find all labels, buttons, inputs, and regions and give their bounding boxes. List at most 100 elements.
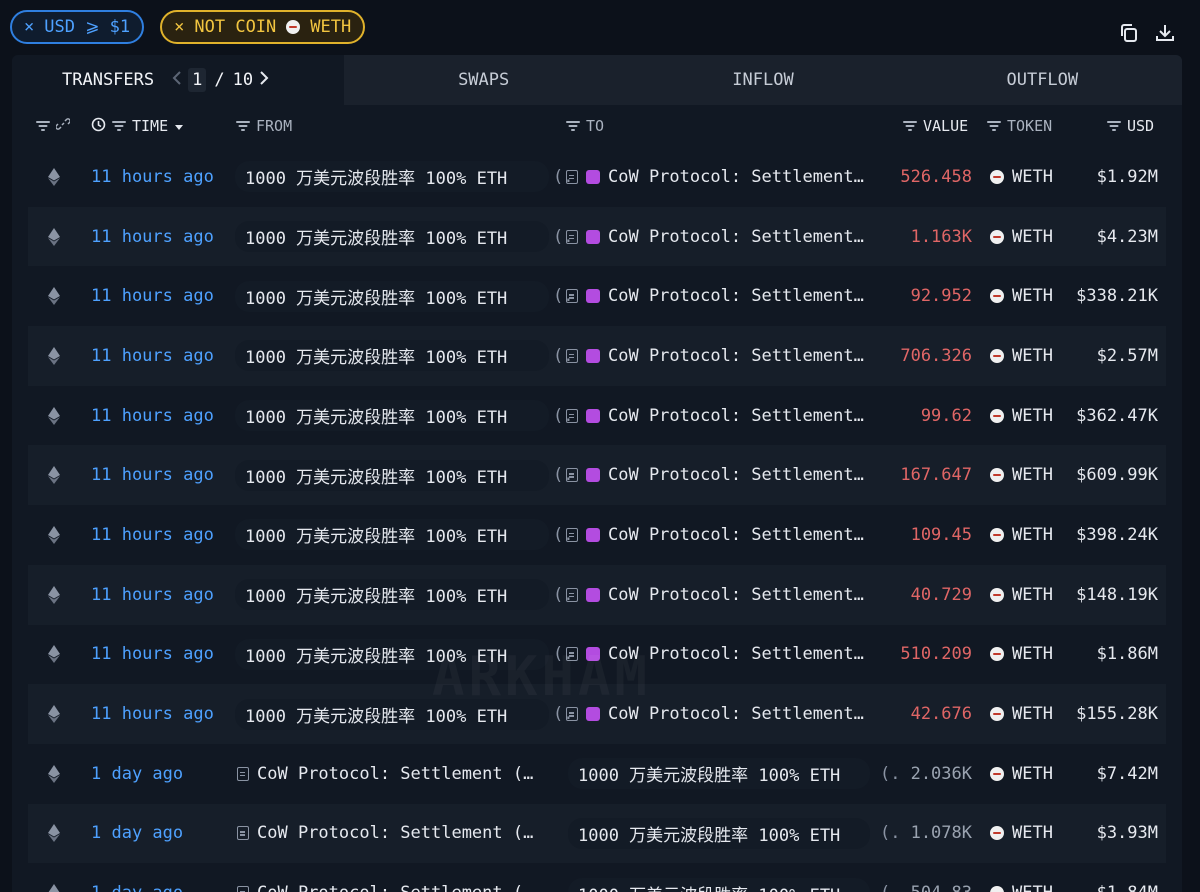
token-link[interactable]: WETH (1012, 525, 1053, 545)
to-address[interactable]: CoW Protocol: Settlement (0x9008d) (608, 227, 870, 247)
token-link[interactable]: WETH (1012, 823, 1053, 843)
from-address[interactable]: 1000 万美元波段胜率 100% ETH (235, 280, 549, 312)
to-address[interactable]: CoW Protocol: Settlement (0x9008d) (608, 346, 870, 366)
tab-outflow[interactable]: OUTFLOW (902, 55, 1182, 105)
to-address[interactable]: CoW Protocol: Settlement (0x9008d) (608, 167, 870, 187)
token-link[interactable]: WETH (1012, 286, 1053, 306)
tab-swaps[interactable]: SWAPS (344, 55, 624, 105)
to-address[interactable]: 1000 万美元波段胜率 100% ETH (568, 758, 870, 790)
table-row[interactable]: 11 hours ago 1000 万美元波段胜率 100% ETH (. Co… (28, 147, 1166, 207)
link-icon[interactable] (55, 117, 71, 135)
usd-cell: $1.86M (1096, 644, 1158, 665)
usd-filter-chip[interactable]: × USD ⩾ $1 (10, 10, 145, 44)
to-address[interactable]: CoW Protocol: Settlement (0x9008d) (608, 286, 870, 306)
caret-down-icon[interactable] (174, 117, 184, 135)
token-link[interactable]: WETH (1012, 406, 1053, 426)
table-row[interactable]: 11 hours ago 1000 万美元波段胜率 100% ETH (. Co… (28, 625, 1166, 685)
page-total: 10 (232, 70, 254, 90)
to-address[interactable]: CoW Protocol: Settlement (0x9008d) (608, 465, 870, 485)
column-time[interactable]: TIME (132, 117, 168, 135)
from-address[interactable]: 1000 万美元波段胜率 100% ETH (235, 161, 549, 193)
from-address[interactable]: CoW Protocol: Settlement (… (257, 883, 533, 892)
token-link[interactable]: WETH (1012, 167, 1053, 187)
from-address[interactable]: CoW Protocol: Settlement (… (257, 823, 533, 843)
table-row[interactable]: 1 day ago CoW Protocol: Settlement (… 10… (28, 863, 1166, 892)
chevron-right-icon[interactable] (259, 70, 269, 91)
table-row[interactable]: 1 day ago CoW Protocol: Settlement (… 10… (28, 744, 1166, 804)
table-row[interactable]: 11 hours ago 1000 万美元波段胜率 100% ETH (. Co… (28, 505, 1166, 565)
time-link[interactable]: 11 hours ago (91, 644, 214, 664)
filter-icon[interactable] (36, 121, 50, 131)
from-address[interactable]: 1000 万美元波段胜率 100% ETH (235, 221, 549, 253)
token-link[interactable]: WETH (1012, 227, 1053, 247)
filter-icon[interactable] (236, 121, 250, 131)
time-link[interactable]: 11 hours ago (91, 227, 214, 247)
copy-icon[interactable] (1118, 22, 1140, 44)
from-address[interactable]: 1000 万美元波段胜率 100% ETH (235, 579, 549, 611)
time-link[interactable]: 1 day ago (91, 764, 183, 784)
usd-cell: $609.99K (1076, 465, 1158, 486)
from-address[interactable]: 1000 万美元波段胜率 100% ETH (235, 459, 549, 491)
tab-transfers[interactable]: TRANSFERS 1 / 10 (12, 55, 344, 105)
weth-token-icon (990, 587, 1004, 602)
to-address[interactable]: CoW Protocol: Settlement (0x9008d) (608, 406, 870, 426)
token-link[interactable]: WETH (1012, 764, 1053, 784)
time-link[interactable]: 1 day ago (91, 883, 183, 892)
clock-icon[interactable] (91, 117, 106, 136)
token-link[interactable]: WETH (1012, 704, 1053, 724)
table-row[interactable]: 11 hours ago 1000 万美元波段胜率 100% ETH (. Co… (28, 206, 1166, 267)
from-address[interactable]: 1000 万美元波段胜率 100% ETH (235, 638, 549, 670)
time-link[interactable]: 11 hours ago (91, 585, 214, 605)
value-cell: 504.83 (911, 883, 972, 892)
column-usd[interactable]: USD (1127, 117, 1154, 135)
page-current[interactable]: 1 (188, 68, 207, 92)
to-address[interactable]: CoW Protocol: Settlement (0x9008d) (608, 585, 870, 605)
time-link[interactable]: 11 hours ago (91, 346, 214, 366)
to-address[interactable]: 1000 万美元波段胜率 100% ETH (568, 817, 870, 849)
tab-inflow[interactable]: INFLOW (623, 55, 903, 105)
close-icon[interactable]: × (24, 17, 34, 37)
chevron-left-icon[interactable] (172, 70, 182, 91)
to-address[interactable]: CoW Protocol: Settlement (0x9008d) (608, 644, 870, 664)
table-row[interactable]: 11 hours ago 1000 万美元波段胜率 100% ETH (. Co… (28, 684, 1166, 744)
column-value[interactable]: VALUE (923, 117, 968, 135)
from-address[interactable]: CoW Protocol: Settlement (… (257, 764, 533, 784)
time-link[interactable]: 11 hours ago (91, 167, 214, 187)
filter-icon[interactable] (987, 121, 1001, 131)
column-token[interactable]: TOKEN (1007, 117, 1052, 135)
table-row[interactable]: 1 day ago CoW Protocol: Settlement (… 10… (28, 803, 1166, 864)
column-from[interactable]: FROM (256, 117, 292, 135)
column-to[interactable]: TO (586, 117, 604, 135)
token-link[interactable]: WETH (1012, 465, 1053, 485)
not-coin-filter-chip[interactable]: × NOT COIN WETH (160, 10, 366, 44)
token-link[interactable]: WETH (1012, 883, 1053, 892)
token-link[interactable]: WETH (1012, 346, 1053, 366)
time-link[interactable]: 11 hours ago (91, 465, 214, 485)
table-row[interactable]: 11 hours ago 1000 万美元波段胜率 100% ETH (. Co… (28, 564, 1166, 625)
from-address[interactable]: 1000 万美元波段胜率 100% ETH (235, 340, 549, 372)
from-address[interactable]: 1000 万美元波段胜率 100% ETH (235, 519, 549, 551)
to-address[interactable]: CoW Protocol: Settlement (0x9008d) (608, 525, 870, 545)
to-address[interactable]: 1000 万美元波段胜率 100% ETH (568, 877, 870, 892)
table-row[interactable]: 11 hours ago 1000 万美元波段胜率 100% ETH (. Co… (28, 445, 1166, 506)
weth-token-icon (990, 468, 1004, 483)
time-link[interactable]: 11 hours ago (91, 286, 214, 306)
time-link[interactable]: 11 hours ago (91, 406, 214, 426)
table-row[interactable]: 11 hours ago 1000 万美元波段胜率 100% ETH (. Co… (28, 386, 1166, 446)
filter-icon[interactable] (1107, 121, 1121, 131)
filter-icon[interactable] (112, 121, 126, 131)
time-link[interactable]: 11 hours ago (91, 704, 214, 724)
from-address[interactable]: 1000 万美元波段胜率 100% ETH (235, 698, 549, 730)
filter-icon[interactable] (566, 121, 580, 131)
download-icon[interactable] (1154, 22, 1176, 44)
time-link[interactable]: 1 day ago (91, 823, 183, 843)
token-link[interactable]: WETH (1012, 644, 1053, 664)
table-row[interactable]: 11 hours ago 1000 万美元波段胜率 100% ETH (. Co… (28, 326, 1166, 386)
filter-icon[interactable] (903, 121, 917, 131)
to-address[interactable]: CoW Protocol: Settlement (0x9008d) (608, 704, 870, 724)
from-address[interactable]: 1000 万美元波段胜率 100% ETH (235, 400, 549, 432)
token-link[interactable]: WETH (1012, 585, 1053, 605)
close-icon[interactable]: × (174, 17, 184, 37)
time-link[interactable]: 11 hours ago (91, 525, 214, 545)
table-row[interactable]: 11 hours ago 1000 万美元波段胜率 100% ETH (. Co… (28, 266, 1166, 326)
